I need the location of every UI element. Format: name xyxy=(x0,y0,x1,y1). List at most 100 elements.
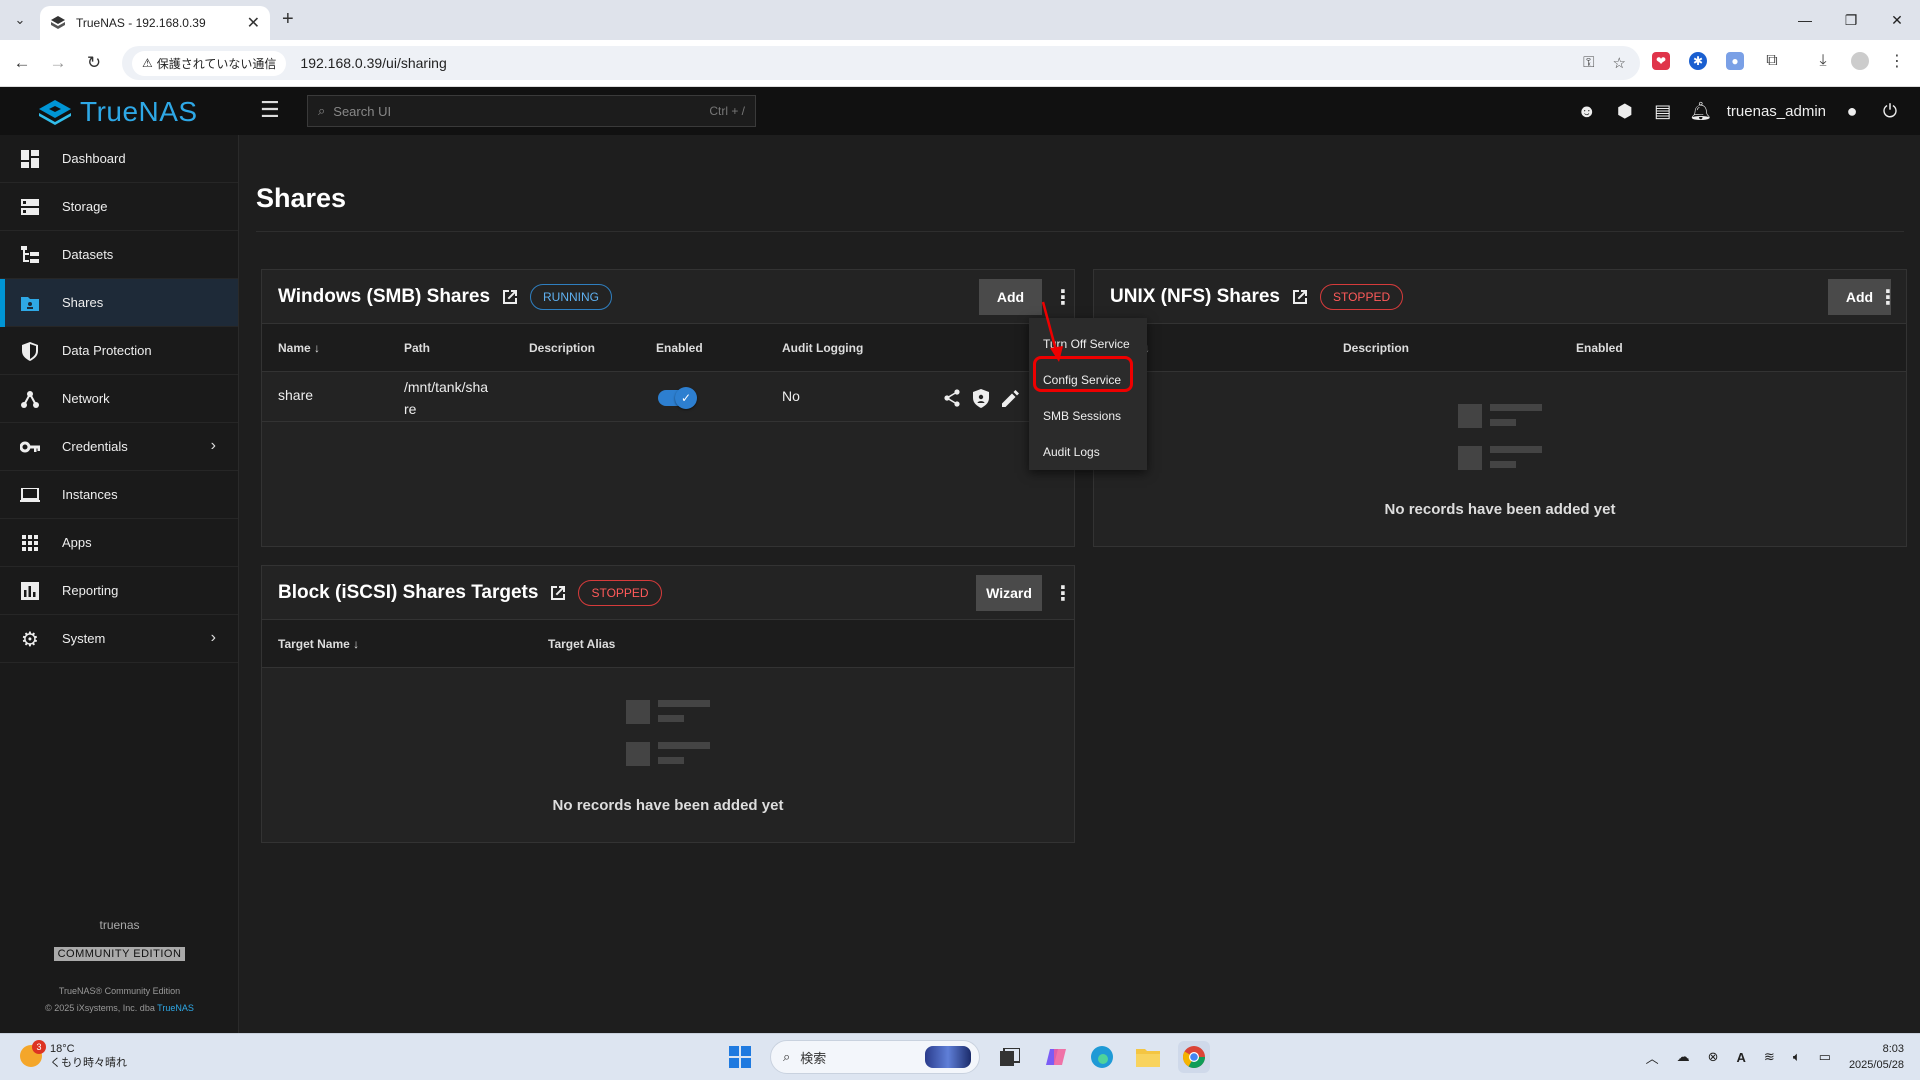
extension-icon[interactable]: ✱ xyxy=(1689,52,1707,70)
sidebar-item-data-protection[interactable]: Data Protection xyxy=(0,327,238,375)
sidebar-item-credentials[interactable]: Credentials › xyxy=(0,423,238,471)
jobs-clipboard-icon[interactable]: ▤ xyxy=(1651,99,1675,123)
back-button[interactable]: ← xyxy=(10,51,34,75)
truenas-logo-icon xyxy=(39,100,71,125)
username[interactable]: truenas_admin xyxy=(1727,103,1826,120)
ime-indicator-icon[interactable]: A xyxy=(1737,1050,1746,1065)
empty-message: No records have been added yet xyxy=(552,797,784,814)
taskbar-search-input[interactable]: ⌕ 検索 xyxy=(770,1040,980,1074)
extensions-puzzle-icon[interactable]: ⧉ xyxy=(1763,52,1781,70)
column-header[interactable]: Name ↓ xyxy=(278,341,320,355)
weather-temp: 18°C xyxy=(50,1043,75,1055)
sidebar-item-storage[interactable]: Storage xyxy=(0,183,238,231)
column-header[interactable]: Target Name ↓ xyxy=(278,637,359,651)
main-content: Shares Windows (SMB) Shares RUNNING Add … xyxy=(240,135,1920,1033)
copyright: TrueNAS® Community Edition © 2025 iXsyst… xyxy=(45,986,194,1013)
storage-icon xyxy=(20,197,40,217)
system-clock[interactable]: 8:03 2025/05/28 xyxy=(1849,1041,1904,1073)
feedback-icon[interactable]: ☻ xyxy=(1575,99,1599,123)
hostname: truenas xyxy=(99,918,140,932)
wizard-button[interactable]: Wizard xyxy=(976,575,1042,611)
truenas-logo[interactable]: TrueNAS xyxy=(38,96,198,128)
reload-button[interactable]: ↻ xyxy=(82,51,106,75)
empty-list-icon xyxy=(1458,404,1542,470)
new-tab-button[interactable]: + xyxy=(282,8,294,31)
edit-pencil-icon[interactable] xyxy=(1000,388,1020,408)
sidebar-item-shares[interactable]: Shares xyxy=(0,279,238,327)
chevron-up-icon[interactable]: ︿ xyxy=(1646,1048,1659,1067)
account-circle-icon[interactable]: ● xyxy=(1840,99,1864,123)
security-shield-icon[interactable] xyxy=(971,388,991,408)
card-title: UNIX (NFS) Shares xyxy=(1110,285,1280,307)
sidebar-item-dashboard[interactable]: Dashboard xyxy=(0,135,238,183)
browser-tab[interactable]: TrueNAS - 192.168.0.39 ✕ xyxy=(40,6,270,40)
notifications-bell-icon[interactable]: 🔔︎ xyxy=(1689,99,1713,123)
url-field[interactable]: ⚠ 保護されていない通信 192.168.0.39/ui/sharing ⚿ ☆ xyxy=(122,46,1640,80)
download-icon[interactable]: ⤓ xyxy=(1814,52,1832,70)
truenas-link[interactable]: TrueNAS xyxy=(157,1003,194,1013)
copilot-icon[interactable] xyxy=(1040,1041,1072,1073)
sidebar-item-apps[interactable]: Apps xyxy=(0,519,238,567)
menu-item-audit-logs[interactable]: Audit Logs xyxy=(1029,434,1147,470)
divider xyxy=(256,231,1904,232)
security-chip[interactable]: ⚠ 保護されていない通信 xyxy=(132,50,287,76)
sidebar: Dashboard Storage Datasets Shares Data P… xyxy=(0,135,239,1033)
column-header: Path xyxy=(404,341,431,355)
edition-badge: COMMUNITY EDITION xyxy=(53,947,186,961)
sidebar-item-network[interactable]: Network xyxy=(0,375,238,423)
external-link-icon[interactable] xyxy=(1290,287,1310,307)
onedrive-cloud-icon[interactable]: ☁ xyxy=(1677,1049,1690,1065)
power-icon[interactable]: ⏻ xyxy=(1878,99,1902,123)
os-taskbar: 3 18°C くもり時々晴れ ⌕ 検索 ︿ ☁ ⊗ A ≋ 🔈︎ ▭ 8:03 … xyxy=(0,1033,1920,1080)
share-name: share xyxy=(278,387,314,403)
tab-search-button[interactable]: ⌄ xyxy=(8,8,32,32)
sidebar-item-datasets[interactable]: Datasets xyxy=(0,231,238,279)
search-input[interactable]: ⌕ Search UI Ctrl + / xyxy=(307,95,756,127)
truecommand-icon[interactable]: ⬢ xyxy=(1613,99,1637,123)
restore-button[interactable]: ❐ xyxy=(1828,0,1874,40)
add-button[interactable]: Add xyxy=(979,279,1042,315)
column-header: Enabled xyxy=(1576,341,1623,355)
windows-start-icon[interactable] xyxy=(724,1041,756,1073)
close-window-button[interactable]: ✕ xyxy=(1874,0,1920,40)
share-icon[interactable] xyxy=(942,388,962,408)
tab-title: TrueNAS - 192.168.0.39 xyxy=(76,16,206,30)
volume-icon[interactable]: 🔈︎ xyxy=(1793,1049,1801,1065)
profile-avatar[interactable] xyxy=(1851,52,1869,70)
pocket-extension-icon[interactable]: ❤ xyxy=(1652,52,1670,70)
bookmark-star-icon[interactable]: ☆ xyxy=(1613,54,1626,72)
sidebar-item-system[interactable]: ⚙ System › xyxy=(0,615,238,663)
menu-toggle-button[interactable]: ☰ xyxy=(260,99,282,121)
task-view-icon[interactable] xyxy=(994,1041,1026,1073)
enabled-toggle[interactable]: ✓ xyxy=(658,387,697,409)
address-bar: ← → ↻ ⚠ 保護されていない通信 192.168.0.39/ui/sharin… xyxy=(0,40,1920,87)
forward-button[interactable]: → xyxy=(46,51,70,75)
column-header: Audit Logging xyxy=(782,341,864,355)
minimize-button[interactable]: — xyxy=(1782,0,1828,40)
sidebar-footer: truenas COMMUNITY EDITION TrueNAS® Commu… xyxy=(0,918,239,1033)
more-options-icon[interactable]: ⋮ xyxy=(1051,580,1075,606)
status-badge: RUNNING xyxy=(530,283,613,310)
edge-browser-icon[interactable] xyxy=(1086,1041,1118,1073)
browser-menu-icon[interactable]: ⋮ xyxy=(1888,52,1906,70)
search-highlight-image xyxy=(925,1046,971,1068)
xbox-icon[interactable]: ⊗ xyxy=(1708,1049,1719,1065)
dashboard-icon xyxy=(20,149,40,169)
close-tab-icon[interactable]: ✕ xyxy=(247,13,260,33)
battery-icon[interactable]: ▭ xyxy=(1819,1049,1831,1065)
password-key-icon[interactable]: ⚿ xyxy=(1583,54,1594,72)
weather-widget[interactable]: 3 18°C くもり時々晴れ xyxy=(20,1040,127,1070)
wifi-icon[interactable]: ≋ xyxy=(1764,1049,1775,1065)
sidebar-item-instances[interactable]: Instances xyxy=(0,471,238,519)
external-link-icon[interactable] xyxy=(548,583,568,603)
menu-item-smb-sessions[interactable]: SMB Sessions xyxy=(1029,398,1147,434)
more-options-icon[interactable]: ⋮ xyxy=(1876,284,1900,310)
sidebar-item-reporting[interactable]: Reporting xyxy=(0,567,238,615)
chrome-browser-icon[interactable] xyxy=(1178,1041,1210,1073)
lens-extension-icon[interactable]: ● xyxy=(1726,52,1744,70)
shield-icon xyxy=(20,341,40,361)
check-icon: ✓ xyxy=(675,387,697,409)
external-link-icon[interactable] xyxy=(500,287,520,307)
key-icon xyxy=(20,437,40,457)
file-explorer-icon[interactable] xyxy=(1132,1041,1164,1073)
